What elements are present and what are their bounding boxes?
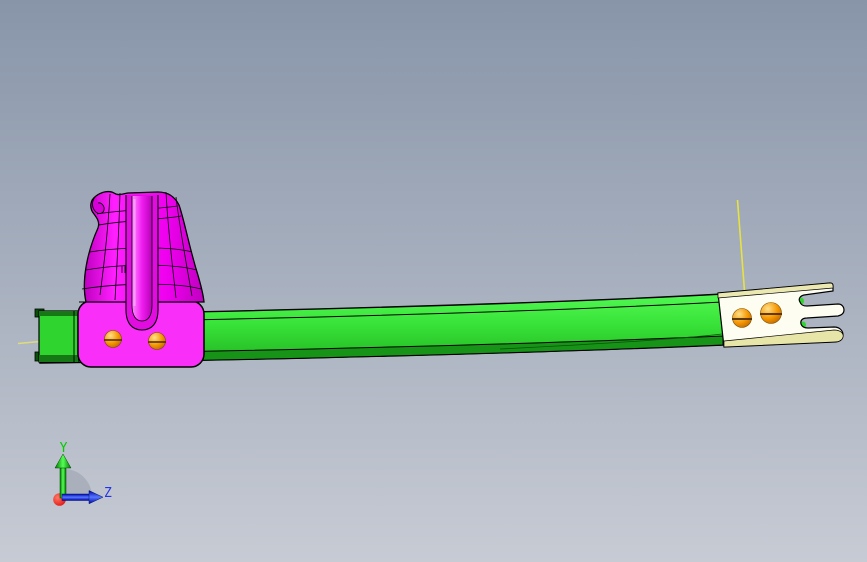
beam-end-cap bbox=[34, 308, 79, 363]
fastener-sphere[interactable] bbox=[760, 302, 782, 324]
axis-z-label: Z bbox=[104, 486, 112, 501]
beam-end-face-bottom-shade bbox=[39, 355, 78, 362]
fastener-sphere[interactable] bbox=[732, 308, 752, 328]
cad-scene-canvas[interactable]: Y Z bbox=[0, 0, 867, 562]
axis-y-label: Y bbox=[60, 441, 68, 456]
fastener-sphere[interactable] bbox=[104, 330, 122, 348]
fastener-sphere[interactable] bbox=[148, 332, 166, 350]
cad-viewport[interactable]: Y Z bbox=[0, 0, 867, 562]
beam-end-face-top-shade bbox=[39, 311, 78, 316]
end-fitting-part[interactable] bbox=[717, 282, 845, 348]
beam-end-face[interactable] bbox=[38, 310, 79, 363]
